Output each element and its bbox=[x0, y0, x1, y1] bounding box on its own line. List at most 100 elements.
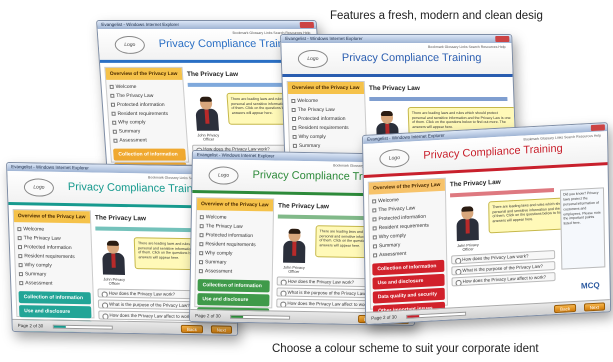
header-nav-links[interactable]: Bookmark Glossary Links Search Resources… bbox=[523, 133, 601, 141]
sidebar-item-label: Welcome bbox=[378, 196, 399, 204]
sidebar-item-label: The Privacy Law bbox=[378, 204, 416, 213]
sidebar-item-label: Welcome bbox=[205, 213, 227, 221]
sidebar-item-label: Resident requirements bbox=[117, 110, 169, 117]
section-divider bbox=[450, 187, 555, 198]
browser-title: Evangelist - Windows Internet Explorer bbox=[285, 35, 363, 41]
sidebar-item-label: Summary bbox=[298, 142, 321, 149]
module-button[interactable]: Use and disclosure bbox=[197, 293, 270, 307]
sidebar-item-label: Summary bbox=[24, 270, 47, 278]
progress-bar bbox=[230, 314, 291, 320]
presenter-name: John Privacy Officer bbox=[197, 133, 220, 142]
close-icon[interactable] bbox=[495, 35, 510, 42]
sidebar-item[interactable]: Assessment bbox=[113, 136, 184, 145]
sidebar-item-label: Resident requirements bbox=[24, 252, 75, 260]
browser-title: Evangelist - Windows Internet Explorer bbox=[11, 164, 89, 171]
sidebar-item-label: The Privacy Law bbox=[116, 92, 154, 99]
checkbox-icon bbox=[199, 214, 204, 219]
sidebar-item[interactable]: Why comply bbox=[292, 132, 362, 141]
sidebar-item-label: Protected information bbox=[297, 115, 346, 122]
sidebar-item[interactable]: Resident requirements bbox=[292, 123, 362, 132]
sidebar-item-label: Why comply bbox=[298, 133, 326, 140]
sidebar-item-label: The Privacy Law bbox=[205, 222, 243, 230]
sidebar-item[interactable]: Summary bbox=[292, 141, 363, 150]
sidebar-item-label: Resident requirements bbox=[298, 124, 349, 131]
logo-icon: Logo bbox=[208, 166, 239, 185]
next-button[interactable]: Next bbox=[210, 325, 233, 334]
checkbox-icon bbox=[372, 207, 377, 213]
checkbox-icon bbox=[18, 271, 23, 276]
browser-title-bar: Evangelist - Windows Internet Explorer bbox=[281, 34, 512, 43]
header-nav-links[interactable]: Bookmark Glossary Links Search Resources… bbox=[428, 45, 506, 49]
logo-icon: Logo bbox=[379, 148, 410, 169]
checkbox-icon bbox=[19, 280, 24, 285]
checkbox-icon bbox=[198, 268, 203, 273]
close-icon[interactable] bbox=[299, 21, 315, 28]
sidebar-item-label: Why comply bbox=[205, 249, 233, 257]
module-button[interactable]: Collection of information bbox=[18, 291, 92, 305]
checkbox-icon bbox=[372, 234, 377, 240]
sidebar-item[interactable]: Welcome bbox=[109, 82, 180, 91]
topic-list: Welcome The Privacy Law Protected inform… bbox=[14, 222, 92, 290]
checkbox-icon bbox=[199, 259, 204, 264]
checkbox-icon bbox=[292, 125, 297, 130]
sidebar-item[interactable]: Welcome bbox=[291, 96, 361, 105]
content-pane: The Privacy Law John Privacy Officer The… bbox=[449, 172, 597, 305]
sidebar-item[interactable]: Protected information bbox=[291, 114, 362, 123]
sidebar-item-label: Welcome bbox=[115, 83, 137, 90]
module-button[interactable]: Collection of information bbox=[372, 259, 445, 276]
course-title: Privacy Compliance Training bbox=[341, 51, 482, 64]
sidebar-item-label: The Privacy Law bbox=[23, 234, 61, 242]
page-indicator: Page 2 of 30 bbox=[371, 314, 397, 321]
progress-bar bbox=[52, 324, 113, 330]
course-header: Logo Privacy Compliance Training Bookmar… bbox=[281, 42, 513, 77]
sidebar-item[interactable]: Protected information bbox=[110, 100, 182, 109]
presenter-name: John Privacy Officer bbox=[457, 242, 479, 252]
sidebar-item-label: The Privacy Law bbox=[297, 106, 335, 113]
sidebar-item[interactable]: Resident requirements bbox=[111, 109, 182, 118]
sidebar-item[interactable]: Assessment bbox=[198, 266, 269, 276]
sidebar-item-label: Why comply bbox=[117, 119, 146, 126]
back-button[interactable]: Back bbox=[180, 324, 204, 334]
checkbox-icon bbox=[18, 262, 23, 267]
next-button[interactable]: Next bbox=[583, 302, 606, 312]
close-icon[interactable] bbox=[590, 124, 605, 132]
module-button[interactable]: Data quality and security bbox=[372, 287, 445, 304]
checkbox-icon bbox=[291, 98, 296, 103]
checkbox-icon bbox=[17, 244, 23, 249]
presenter-avatar bbox=[195, 96, 220, 133]
module-button[interactable]: Use and disclosure bbox=[19, 305, 92, 319]
brand-logo: MCQ bbox=[580, 280, 600, 291]
sidebar: Overview of the Privacy Law Welcome The … bbox=[194, 197, 275, 326]
sidebar-item[interactable]: Summary bbox=[112, 127, 183, 136]
sidebar-item[interactable]: The Privacy Law bbox=[110, 91, 181, 100]
topic-list: Welcome The Privacy Law Protected inform… bbox=[369, 191, 446, 262]
back-button[interactable]: Back bbox=[553, 303, 577, 314]
page-indicator: Page 2 of 30 bbox=[17, 323, 44, 329]
checkbox-icon bbox=[372, 243, 377, 249]
module-button[interactable]: Collection of information bbox=[197, 279, 270, 293]
sidebar-item-overview[interactable]: Overview of the Privacy Law bbox=[105, 67, 183, 80]
checkbox-icon bbox=[17, 226, 22, 231]
checkbox-icon bbox=[17, 235, 22, 240]
sidebar-item-label: Assessment bbox=[204, 267, 233, 275]
sidebar-item-overview[interactable]: Overview of the Privacy Law bbox=[287, 81, 365, 94]
browser-title-bar: Evangelist - Windows Internet Explorer bbox=[97, 20, 317, 29]
sidebar-item[interactable]: The Privacy Law bbox=[291, 105, 361, 114]
sidebar-item[interactable]: Assessment bbox=[19, 278, 89, 288]
logo-icon: Logo bbox=[114, 35, 146, 54]
sidebar-item-label: Summary bbox=[378, 241, 401, 249]
checkbox-icon bbox=[291, 116, 297, 121]
browser-title: Evangelist - Windows Internet Explorer bbox=[196, 152, 275, 159]
module-button[interactable]: Use and disclosure bbox=[372, 273, 445, 290]
module-button[interactable]: Collection of information bbox=[113, 148, 187, 161]
sidebar-item-label: Why comply bbox=[24, 261, 52, 269]
course-title: Privacy Compliance Training bbox=[423, 142, 563, 162]
sidebar-item-label: Assessment bbox=[379, 250, 407, 258]
section-heading: The Privacy Law bbox=[449, 178, 501, 189]
checkbox-icon bbox=[113, 138, 118, 143]
checkbox-icon bbox=[18, 253, 23, 258]
module-button[interactable]: Other important issues bbox=[19, 333, 93, 336]
checkbox-icon bbox=[110, 93, 115, 98]
sidebar-item-label: Assessment bbox=[25, 279, 53, 287]
sidebar-item[interactable]: Why comply bbox=[112, 118, 183, 127]
